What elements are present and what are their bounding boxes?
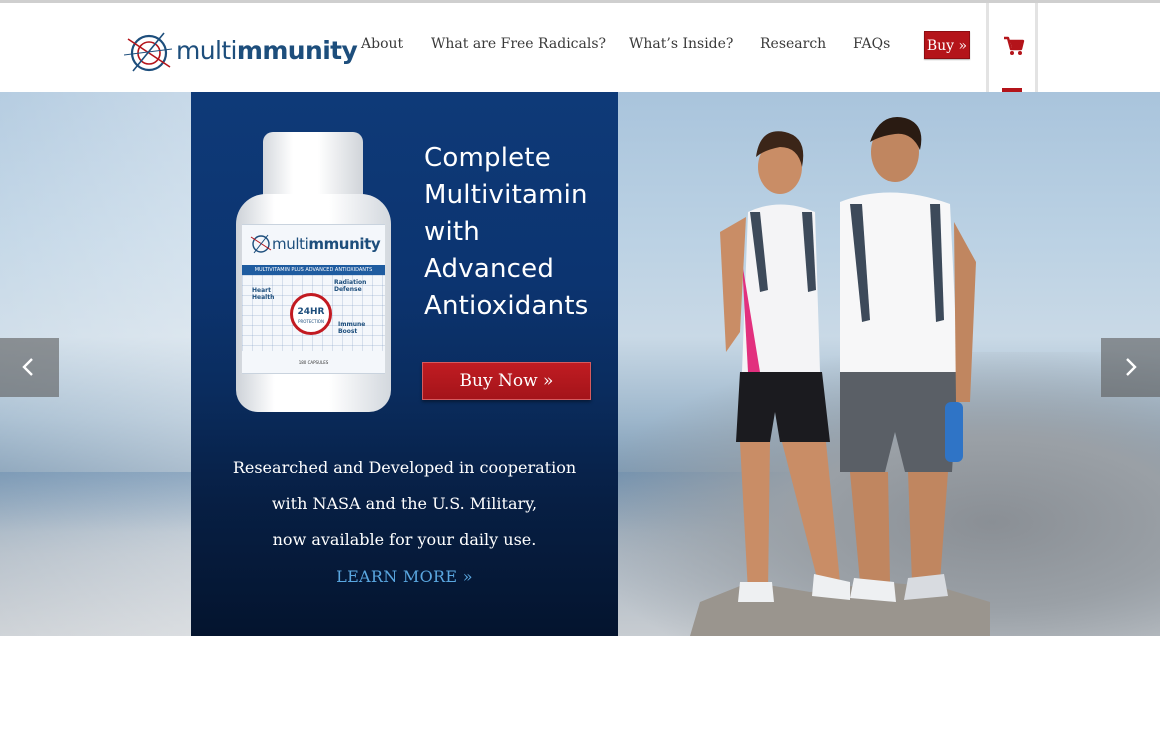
- nav-item-faqs[interactable]: FAQs: [853, 36, 890, 52]
- bottle-label: multimmunity MULTIVITAMIN PLUS ADVANCED …: [242, 224, 385, 374]
- product-bottle-image: multimmunity MULTIVITAMIN PLUS ADVANCED …: [236, 132, 391, 412]
- hero-headline: Complete Multivitamin with Advanced Anti…: [424, 140, 614, 325]
- label-badge-main: 24HR: [297, 307, 325, 317]
- logo-emblem-icon: [124, 32, 173, 72]
- slider-next-button[interactable]: [1101, 338, 1160, 397]
- label-capsules: 180 CAPSULES: [298, 360, 329, 365]
- headline-line: Advanced: [424, 254, 555, 284]
- hero-slider: multimmunity MULTIVITAMIN PLUS ADVANCED …: [0, 92, 1160, 636]
- label-benefit-immune: Immune Boost: [338, 321, 366, 335]
- nav-item-about[interactable]: About: [361, 36, 403, 52]
- headline-line: Antioxidants: [424, 291, 589, 321]
- bottle-cap: [263, 132, 363, 202]
- hikers-photo: [690, 117, 990, 636]
- label-brand: multimmunity: [272, 235, 381, 253]
- headline-line: Complete: [424, 143, 551, 173]
- chevron-right-icon: [1126, 358, 1137, 376]
- logo-text: multimmunity: [176, 36, 358, 65]
- learn-more-link[interactable]: LEARN MORE »: [191, 567, 618, 586]
- buy-now-button[interactable]: Buy Now »: [422, 362, 591, 400]
- hero-description: Researched and Developed in cooperation …: [191, 450, 618, 558]
- content-area: [0, 636, 1160, 744]
- buy-button[interactable]: Buy »: [924, 31, 970, 59]
- chevron-left-icon: [22, 358, 33, 376]
- nav-item-research[interactable]: Research: [760, 36, 826, 52]
- label-benefit-radiation: Radiation Defense: [334, 279, 367, 293]
- shopping-cart-icon: [1004, 36, 1025, 55]
- label-badge-sub: PROTECTION: [298, 319, 324, 324]
- label-strip: MULTIVITAMIN PLUS ADVANCED ANTIOXIDANTS: [242, 265, 385, 275]
- nav-item-whats-inside[interactable]: What’s Inside?: [629, 36, 733, 52]
- cart-button[interactable]: [986, 3, 1038, 92]
- description-line: Researched and Developed in cooperation: [232, 458, 577, 477]
- description-line: with NASA and the U.S. Military,: [271, 494, 538, 513]
- promo-panel: multimmunity MULTIVITAMIN PLUS ADVANCED …: [191, 92, 618, 636]
- logo[interactable]: multimmunity: [124, 27, 358, 83]
- headline-line: Multivitamin: [424, 180, 588, 210]
- headline-line: with: [424, 217, 480, 247]
- description-line: now available for your daily use.: [272, 530, 537, 549]
- label-emblem-icon: [250, 234, 272, 254]
- nav-item-free-radicals[interactable]: What are Free Radicals?: [431, 36, 606, 52]
- slider-prev-button[interactable]: [0, 338, 59, 397]
- label-benefit-heart: Heart Health: [252, 287, 275, 301]
